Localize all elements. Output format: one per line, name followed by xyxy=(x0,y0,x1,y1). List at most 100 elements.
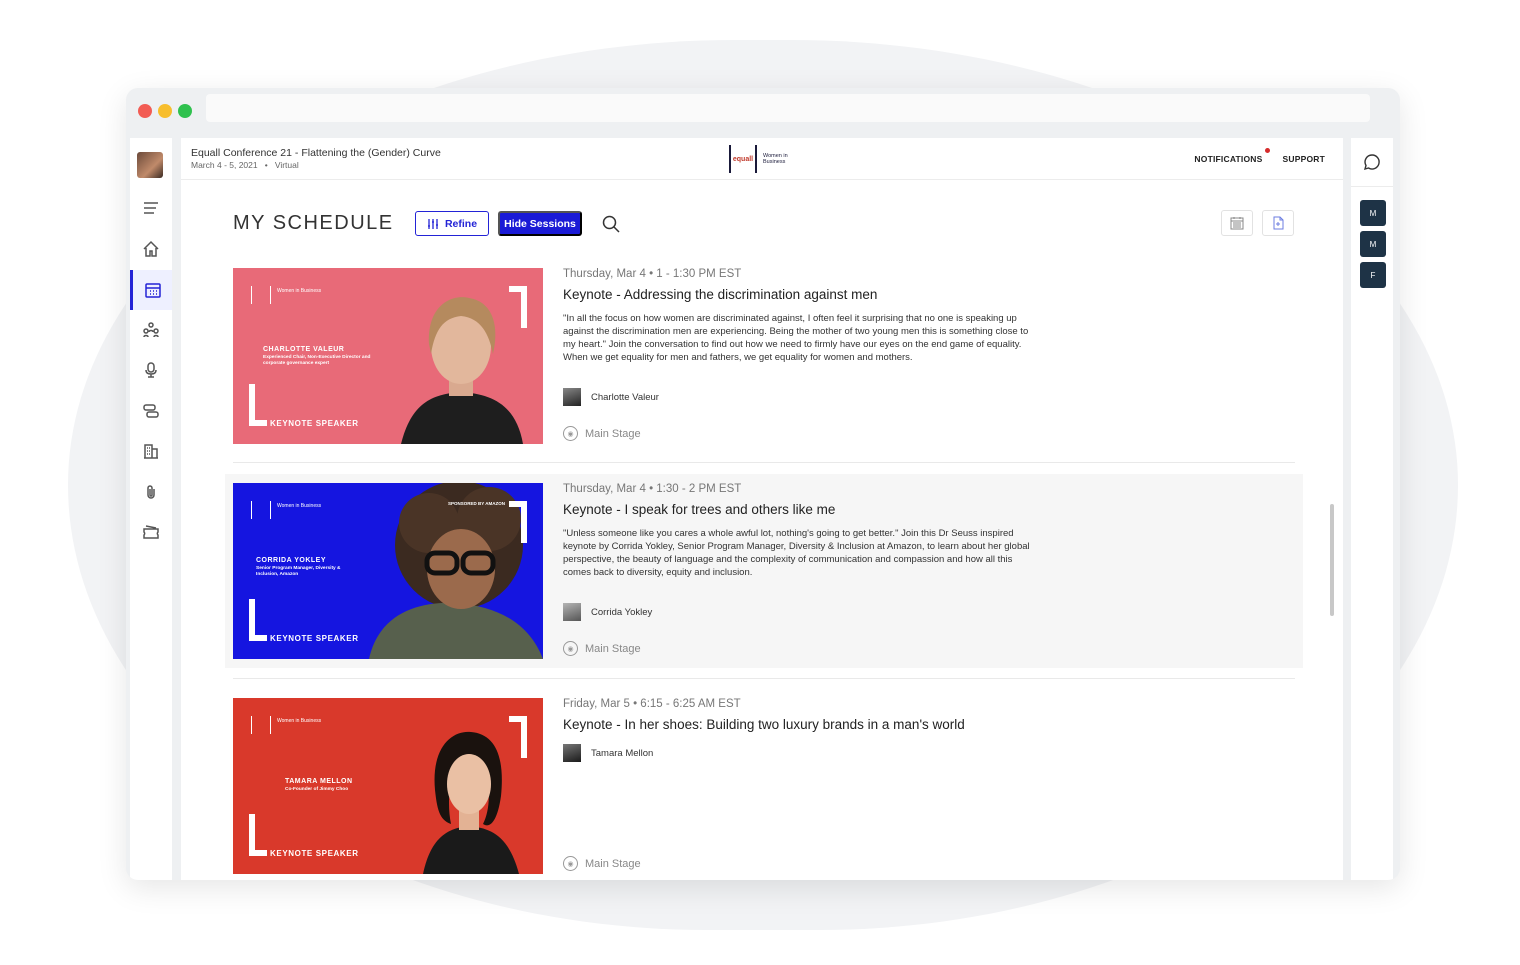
chat-icon[interactable] xyxy=(1363,153,1381,171)
session-title[interactable]: Keynote - Addressing the discrimination … xyxy=(563,287,1033,302)
banner-bracket-left xyxy=(249,384,267,426)
speaker-avatar xyxy=(563,744,581,762)
speaker-name: Corrida Yokley xyxy=(591,606,653,618)
banner-logo xyxy=(251,501,271,519)
menu-icon[interactable] xyxy=(130,188,172,228)
session-card[interactable]: Women in Business TAMARA MELLON Co-Found… xyxy=(233,698,1295,874)
filter-icon xyxy=(427,218,438,229)
event-logo[interactable]: equall Women in Business xyxy=(729,144,795,174)
notification-badge xyxy=(1264,148,1270,153)
page-title: MY SCHEDULE xyxy=(233,212,394,234)
microphone-icon[interactable] xyxy=(130,350,172,390)
session-date: Thursday, Mar 4 • 1 - 1:30 PM EST xyxy=(563,268,742,280)
notifications-label: NOTIFICATIONS xyxy=(1194,154,1263,164)
banner-speaker-name: CORRIDA YOKLEY xyxy=(256,557,327,564)
session-divider xyxy=(233,462,1295,463)
conference-dates: March 4 - 5, 2021 xyxy=(191,160,258,170)
close-window-button[interactable] xyxy=(138,104,152,118)
banner-speaker-name: TAMARA MELLON xyxy=(285,778,353,785)
logo-subtext: Women in Business xyxy=(763,153,788,165)
refine-button[interactable]: Refine xyxy=(415,211,489,236)
banner-keynote-label: KEYNOTE SPEAKER xyxy=(270,849,359,858)
session-speaker[interactable]: Charlotte Valeur xyxy=(563,388,659,406)
banner-speaker-role: Senior Program Manager, Diversity & Incl… xyxy=(256,566,341,577)
left-sidebar xyxy=(130,138,172,880)
document-icon xyxy=(1273,216,1284,230)
people-icon[interactable] xyxy=(130,310,172,350)
session-banner: Women in Business CORRIDA YOKLEY Senior … xyxy=(233,483,543,659)
top-bar: Equall Conference 21 - Flattening the (G… xyxy=(181,138,1343,180)
banner-bracket-left xyxy=(249,599,267,641)
hide-sessions-button[interactable]: Hide Sessions xyxy=(498,211,582,236)
conference-mode: Virtual xyxy=(274,160,299,170)
sessions-icon[interactable] xyxy=(130,391,172,431)
session-speaker[interactable]: Tamara Mellon xyxy=(563,744,653,762)
conference-title: Equall Conference 21 - Flattening the (G… xyxy=(191,147,441,159)
session-description: "Unless someone like you cares a whole a… xyxy=(563,528,1030,578)
search-icon[interactable] xyxy=(601,214,621,234)
stage-icon: ◉ xyxy=(563,426,578,441)
speaker-avatar xyxy=(563,603,581,621)
maximize-window-button[interactable] xyxy=(178,104,192,118)
banner-bracket-right xyxy=(509,716,527,758)
conference-subtitle: March 4 - 5, 2021 • Virtual xyxy=(191,160,299,170)
banner-bracket-right xyxy=(509,501,527,543)
notifications-link[interactable]: NOTIFICATIONS xyxy=(1194,148,1270,164)
stage-icon: ◉ xyxy=(563,641,578,656)
user-tile[interactable]: F xyxy=(1360,262,1386,288)
ticket-icon[interactable] xyxy=(130,512,172,552)
building-icon[interactable] xyxy=(130,431,172,471)
session-title[interactable]: Keynote - In her shoes: Building two lux… xyxy=(563,717,1033,732)
stage-name: Main Stage xyxy=(585,857,641,870)
session-divider xyxy=(233,678,1295,679)
speaker-name: Tamara Mellon xyxy=(591,747,654,759)
support-link[interactable]: SUPPORT xyxy=(1283,154,1326,164)
right-sidebar-divider xyxy=(1351,186,1393,187)
session-date: Friday, Mar 5 • 6:15 - 6:25 AM EST xyxy=(563,698,741,710)
banner-logo-text: Women in Business xyxy=(277,718,322,724)
session-info: Thursday, Mar 4 • 1:30 - 2 PM EST Keynot… xyxy=(563,483,1033,579)
minimize-window-button[interactable] xyxy=(158,104,172,118)
session-card[interactable]: Women in Business CHARLOTTE VALEUR Exper… xyxy=(233,268,1295,444)
session-speaker[interactable]: Corrida Yokley xyxy=(563,603,652,621)
banner-logo xyxy=(251,716,271,734)
session-date: Thursday, Mar 4 • 1:30 - 2 PM EST xyxy=(563,483,742,495)
avatar[interactable] xyxy=(137,152,163,178)
banner-speaker-name: CHARLOTTE VALEUR xyxy=(263,346,345,353)
address-bar[interactable] xyxy=(206,94,1370,122)
banner-logo-text: Women in Business xyxy=(277,288,322,294)
session-stage: ◉ Main Stage xyxy=(563,641,641,656)
session-title[interactable]: Keynote - I speak for trees and others l… xyxy=(563,502,1033,517)
banner-logo-text: Women in Business xyxy=(277,503,322,509)
banner-speaker-role: Experienced Chair, Non-Executive Directo… xyxy=(263,355,371,366)
session-stage: ◉ Main Stage xyxy=(563,426,641,441)
speaker-name: Charlotte Valeur xyxy=(591,391,659,403)
main-panel: Equall Conference 21 - Flattening the (G… xyxy=(181,138,1343,880)
banner-bracket-right xyxy=(509,286,527,328)
stage-name: Main Stage xyxy=(585,427,641,440)
attachment-icon[interactable] xyxy=(130,472,172,512)
banner-logo xyxy=(251,286,271,304)
session-card[interactable]: Women in Business CORRIDA YOKLEY Senior … xyxy=(233,483,1295,659)
session-info: Thursday, Mar 4 • 1 - 1:30 PM EST Keynot… xyxy=(563,268,1033,364)
browser-window: Equall Conference 21 - Flattening the (G… xyxy=(126,88,1400,880)
banner-sponsor: SPONSORED BY AMAZON xyxy=(447,501,505,506)
banner-bracket-left xyxy=(249,814,267,856)
calendar-icon[interactable] xyxy=(130,270,172,310)
scrollbar[interactable] xyxy=(1330,504,1334,616)
session-info: Friday, Mar 5 • 6:15 - 6:25 AM EST Keyno… xyxy=(563,698,1033,732)
calendar-icon xyxy=(1230,217,1244,230)
stage-icon: ◉ xyxy=(563,856,578,871)
banner-keynote-label: KEYNOTE SPEAKER xyxy=(270,634,359,643)
stage-name: Main Stage xyxy=(585,642,641,655)
home-icon[interactable] xyxy=(130,229,172,269)
calendar-export-button[interactable] xyxy=(1221,210,1253,236)
logo-mark: equall xyxy=(729,145,757,173)
session-banner: Women in Business CHARLOTTE VALEUR Exper… xyxy=(233,268,543,444)
top-nav: NOTIFICATIONS SUPPORT xyxy=(1194,148,1326,164)
user-tile[interactable]: M xyxy=(1360,200,1386,226)
separator-dot: • xyxy=(260,160,273,170)
user-tile[interactable]: M xyxy=(1360,231,1386,257)
download-pdf-button[interactable] xyxy=(1262,210,1294,236)
right-sidebar: M M F xyxy=(1351,138,1393,880)
